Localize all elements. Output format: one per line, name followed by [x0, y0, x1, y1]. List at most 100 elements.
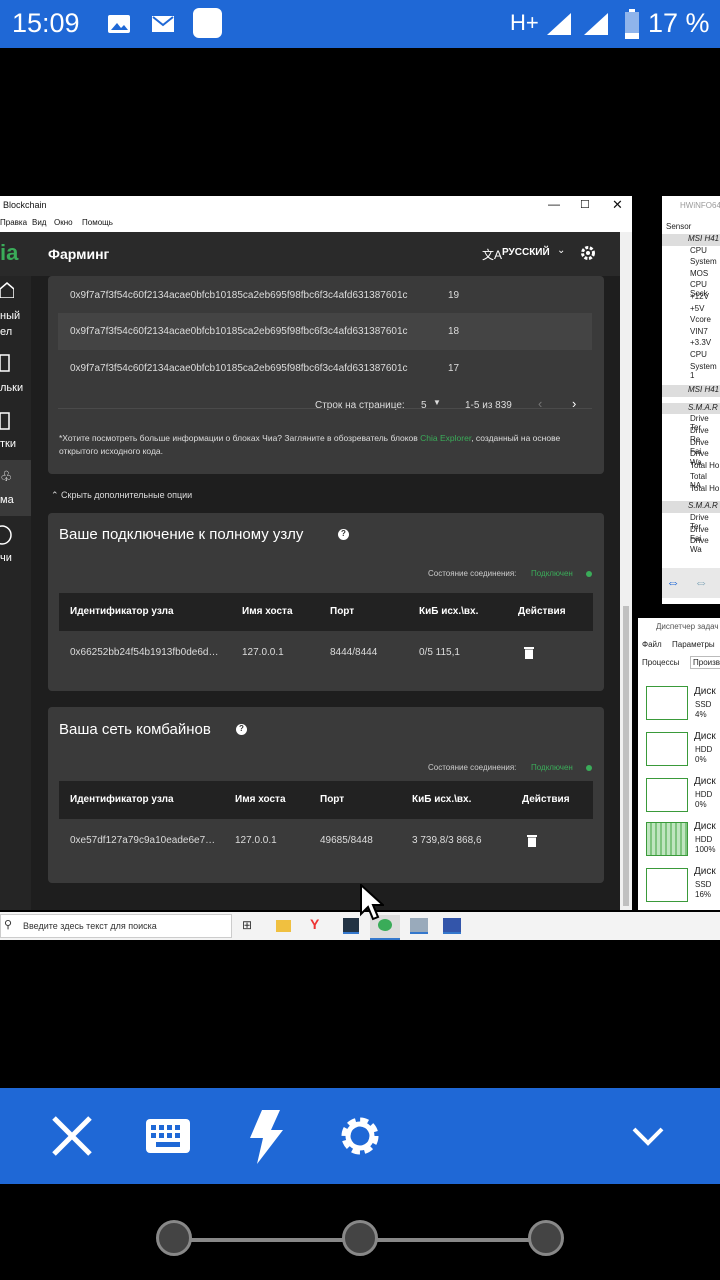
list-item[interactable]: +12V	[662, 292, 720, 304]
chevron-down-icon[interactable]: ⌄	[557, 245, 565, 256]
menu-edit[interactable]: Правка	[0, 218, 27, 227]
disk-type: HDD	[695, 790, 713, 799]
delete-icon[interactable]	[524, 646, 534, 659]
network-type: H+	[510, 10, 539, 35]
list-item[interactable]: Total NA	[662, 472, 720, 490]
menu-options[interactable]: Параметры	[672, 640, 715, 649]
file-explorer-icon[interactable]	[276, 920, 291, 932]
disk-graph[interactable]	[646, 732, 688, 766]
table-row: 0xe57df127a79c9a10eade6e7… 127.0.0.1 496…	[59, 819, 593, 863]
chia-logo: ia	[0, 240, 19, 265]
disk-graph[interactable]	[646, 868, 688, 902]
list-item[interactable]: MSI H41	[662, 385, 720, 397]
task-manager-taskbar-icon[interactable]	[410, 918, 428, 934]
sidebar-item-plots[interactable]: тки	[0, 438, 16, 450]
settings-gear-icon[interactable]	[338, 1114, 382, 1158]
col-node-id: Идентификатор узла	[70, 606, 174, 617]
hwinfo-window: HWiNFO64 Sensor MSI H41 CPU System MOS C…	[662, 196, 720, 604]
list-item[interactable]: S.M.A.R	[662, 402, 720, 415]
list-item[interactable]: Total Ho	[662, 484, 720, 496]
scrollbar[interactable]	[620, 232, 632, 910]
scrollbar-thumb[interactable]	[623, 606, 629, 906]
list-item[interactable]: CPU Sock	[662, 280, 720, 298]
sidebar-item-full-node[interactable]: ный	[0, 310, 20, 322]
list-item[interactable]: Drive Ter	[662, 513, 720, 531]
language-select[interactable]: РУССКИЙ	[502, 247, 550, 258]
settings-gear-icon[interactable]	[580, 245, 596, 261]
disk-graph[interactable]	[646, 822, 688, 856]
list-item[interactable]: System	[662, 257, 720, 269]
list-item[interactable]: MSI H41	[662, 234, 720, 246]
sidebar-item-full-node-2[interactable]: ел	[0, 326, 12, 338]
close-button[interactable]: ✕	[612, 197, 623, 213]
tab-processes[interactable]: Процессы	[642, 658, 679, 667]
list-item[interactable]: VIN7	[662, 327, 720, 339]
close-icon[interactable]	[50, 1114, 94, 1158]
menu-window[interactable]: Окно	[54, 218, 73, 227]
disk-usage: 0%	[695, 800, 707, 809]
menu-file[interactable]: Файл	[642, 640, 662, 649]
task-manager-window: Диспетчер задач Файл Параметры Процессы …	[638, 618, 720, 910]
yandex-browser-icon[interactable]: Y	[310, 916, 319, 932]
list-item[interactable]: +5V	[662, 304, 720, 316]
chevron-down-icon[interactable]: ▼	[433, 398, 441, 407]
list-item[interactable]: CPU	[662, 246, 720, 258]
tab-performance[interactable]: Произв	[690, 656, 720, 669]
disk-graph[interactable]	[646, 686, 688, 720]
app-taskbar-icon[interactable]	[443, 918, 461, 934]
arrows-icon-2[interactable]: ⇔	[694, 574, 708, 590]
table-row: 0x9f7a7f3f54c60f2134acae0bfcb10185ca2eb6…	[58, 350, 592, 387]
sidebar-item-wallets[interactable]: льки	[0, 382, 23, 394]
delete-icon[interactable]	[527, 834, 537, 847]
list-item[interactable]: System 1	[662, 362, 720, 380]
sidebar-item-farming-active[interactable]: ♧ ма	[0, 460, 31, 516]
hwinfo-taskbar-icon[interactable]	[343, 918, 359, 934]
menu-view[interactable]: Вид	[32, 218, 46, 227]
list-item[interactable]: Drive Ter	[662, 414, 720, 432]
list-item[interactable]: Total Ho	[662, 461, 720, 473]
list-item[interactable]: Drive Wa	[662, 449, 720, 467]
disk-name: Диск	[694, 686, 716, 697]
connection-status-value: Подключен	[531, 763, 573, 772]
list-item[interactable]: MOS	[662, 269, 720, 281]
list-item[interactable]: CPU	[662, 350, 720, 362]
slider-knob-left[interactable]	[156, 1220, 192, 1256]
battery-percent: 17 %	[648, 8, 710, 38]
help-icon[interactable]: ?	[338, 529, 349, 540]
help-icon[interactable]: ?	[236, 724, 247, 735]
disk-graph[interactable]	[646, 778, 688, 812]
disk-usage: 16%	[695, 890, 712, 899]
list-item[interactable]: +3.3V	[662, 338, 720, 350]
toggle-options-button[interactable]: ⌃ Скрыть дополнительные опции	[51, 490, 192, 501]
keyboard-icon[interactable]	[146, 1119, 190, 1153]
chevron-down-icon[interactable]	[632, 1126, 664, 1146]
list-item[interactable]: Drive Fai	[662, 525, 720, 543]
page-title: Фарминг	[48, 246, 110, 262]
list-item[interactable]: Drive Wa	[662, 536, 720, 554]
disk-type: SSD	[695, 880, 712, 889]
rows-per-page-select[interactable]: 5	[421, 400, 427, 411]
arrows-icon[interactable]: ⇔	[666, 574, 680, 590]
full-node-card: Ваше подключение к полному узлу ? Состоя…	[48, 513, 604, 691]
disk-usage: 0%	[695, 755, 707, 764]
taskbar-search-box[interactable]: ⚲ Введите здесь текст для поиска	[0, 914, 232, 938]
slider-knob-right[interactable]	[528, 1220, 564, 1256]
list-item[interactable]: Drive Fai	[662, 438, 720, 456]
sidebar-item-keys[interactable]: чи	[0, 552, 12, 564]
harvester-host: 127.0.0.1	[235, 835, 277, 846]
search-placeholder: Введите здесь текст для поиска	[23, 921, 157, 931]
lightning-icon[interactable]	[246, 1110, 284, 1164]
slider-knob-middle[interactable]	[342, 1220, 378, 1256]
minimize-button[interactable]: —	[548, 197, 560, 211]
table-header: Идентификатор узла Имя хоста Порт КиБ ис…	[59, 593, 593, 631]
task-view-icon[interactable]: ⊞	[242, 918, 252, 932]
maximize-button[interactable]: ☐	[580, 198, 590, 211]
menu-help[interactable]: Помощь	[82, 218, 113, 227]
chia-explorer-link[interactable]: Chia Explorer	[420, 433, 471, 443]
list-item[interactable]: Drive Re	[662, 426, 720, 444]
app-notification-icon	[193, 8, 222, 38]
disk-usage: 100%	[695, 845, 716, 854]
hwinfo-title: HWiNFO64	[680, 201, 720, 210]
list-item[interactable]: Vcore	[662, 315, 720, 327]
list-item[interactable]: S.M.A.R	[662, 501, 720, 514]
